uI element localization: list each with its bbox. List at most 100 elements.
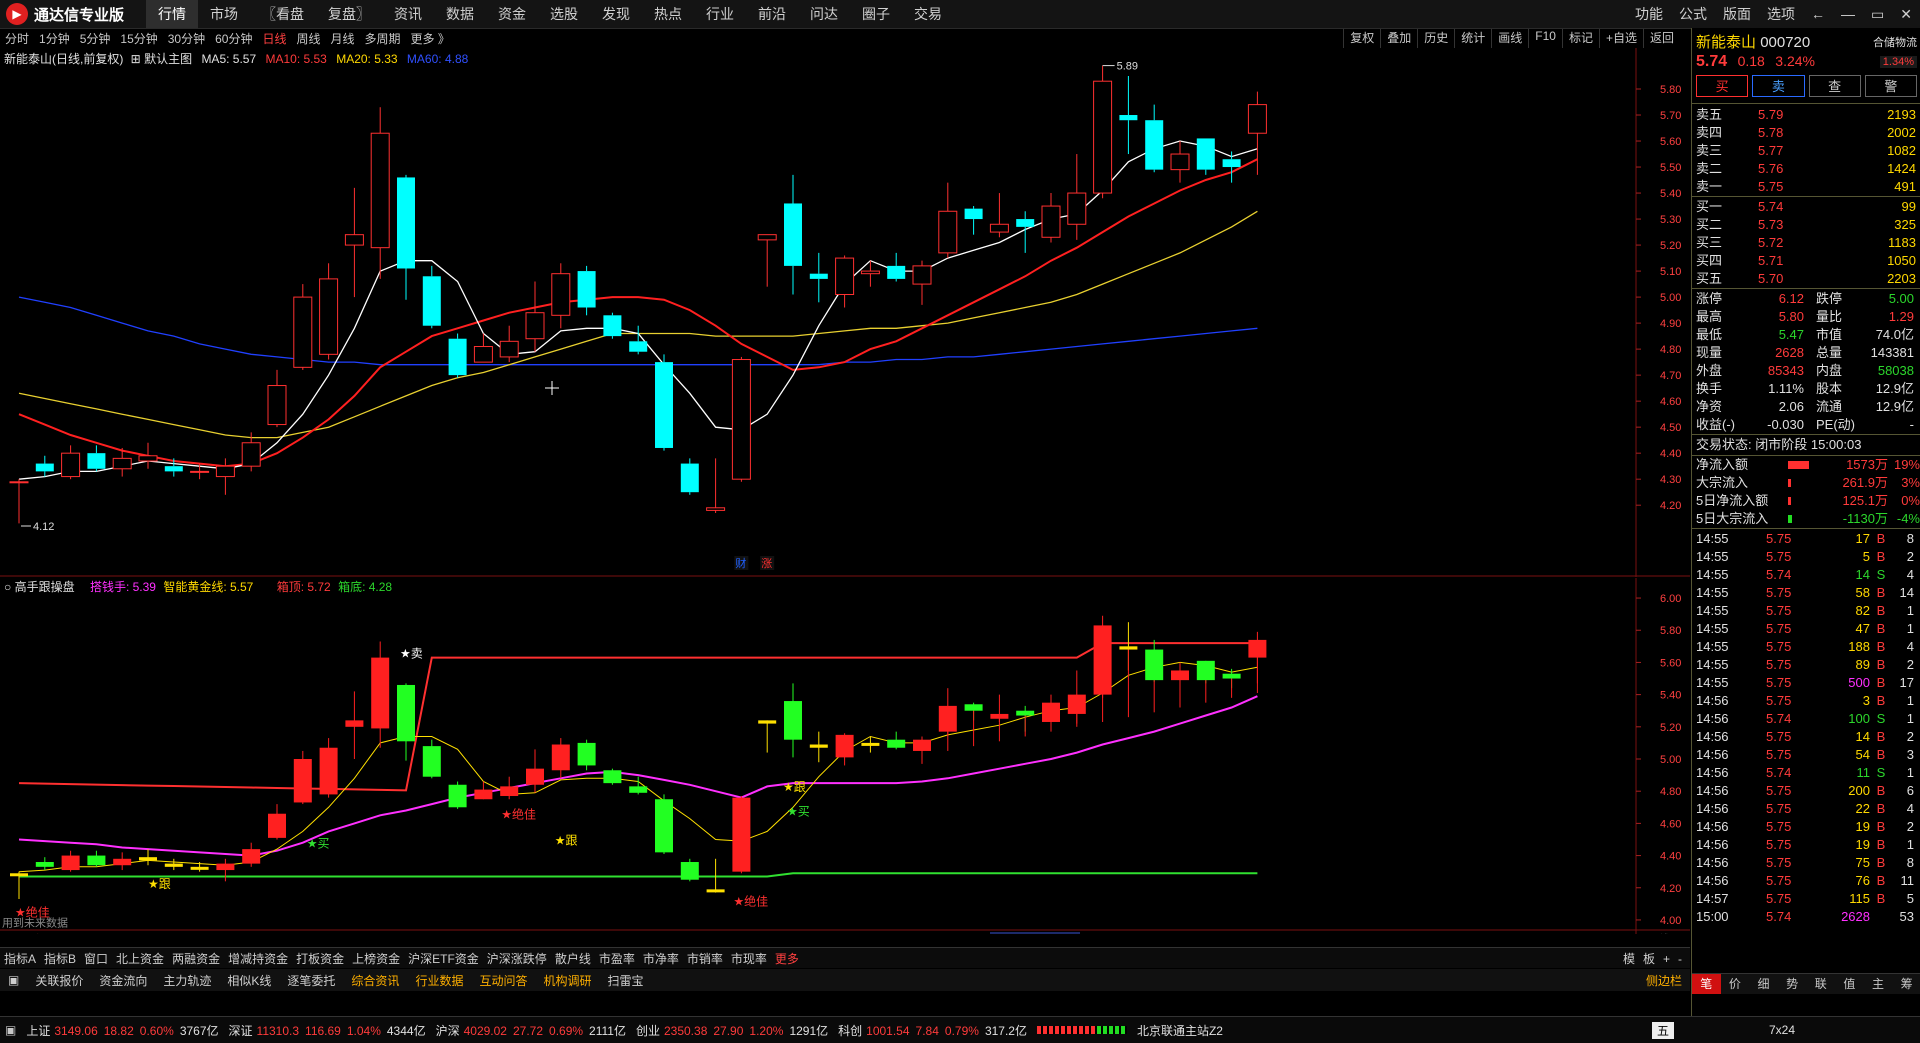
indicator-tab[interactable]: 市销率 xyxy=(683,950,727,967)
function-tab[interactable]: 主力轨迹 xyxy=(155,972,219,989)
quote-tab[interactable]: 价 xyxy=(1721,974,1750,994)
indicator-tab[interactable]: 指标A xyxy=(0,950,40,967)
menu-item[interactable]: 市场 xyxy=(198,0,250,28)
chart-tool-button[interactable]: F10 xyxy=(1528,29,1562,48)
quote-tab[interactable]: 势 xyxy=(1778,974,1807,994)
quote-tab[interactable]: 筹 xyxy=(1892,974,1920,994)
menu-item[interactable]: 热点 xyxy=(642,0,694,28)
function-tab[interactable]: 综合资讯 xyxy=(343,972,407,989)
fold-icon[interactable]: ▣ xyxy=(0,973,27,987)
index-quote[interactable]: 创业 2350.38 27.90 1.20% 1291亿 xyxy=(631,1022,833,1039)
quote-tab[interactable]: 值 xyxy=(1835,974,1864,994)
index-quote[interactable]: 深证 11310.3 116.69 1.04% 4344亿 xyxy=(224,1022,431,1039)
indicator-tab[interactable]: 沪深ETF资金 xyxy=(404,950,483,967)
chart-tool-button[interactable]: 标记 xyxy=(1561,29,1599,48)
indicator-tab[interactable]: 散户线 xyxy=(551,950,595,967)
quote-tab[interactable]: 细 xyxy=(1749,974,1778,994)
indicator-tab[interactable]: 沪深涨跌停 xyxy=(483,950,551,967)
legend-template[interactable]: 默认主图 xyxy=(144,52,192,66)
function-tab[interactable]: 扫雷宝 xyxy=(599,972,651,989)
index-quote[interactable]: 科创 1001.54 7.84 0.79% 317.2亿 xyxy=(833,1022,1032,1039)
menu-item[interactable]: 发现 xyxy=(590,0,642,28)
menu-item[interactable]: 资讯 xyxy=(382,0,434,28)
quote-tab[interactable]: 笔 xyxy=(1692,974,1721,994)
sector-tag[interactable]: 合储物流 xyxy=(1873,34,1917,51)
menu-item[interactable]: 交易 xyxy=(902,0,954,28)
menu-item[interactable]: 圈子 xyxy=(850,0,902,28)
menu-item[interactable]: 数据 xyxy=(434,0,486,28)
function-tab[interactable]: 关联报价 xyxy=(27,972,91,989)
maximize-icon[interactable]: ▭ xyxy=(1863,6,1892,23)
alert-button[interactable]: 警 xyxy=(1864,75,1917,97)
indicator-tab[interactable]: 更多 xyxy=(771,950,803,967)
indicator-tab[interactable]: 市净率 xyxy=(639,950,683,967)
indicator-right-button[interactable]: 模 xyxy=(1619,952,1639,966)
indicator-right-button[interactable]: 板 xyxy=(1639,952,1659,966)
quote-tab[interactable]: 联 xyxy=(1807,974,1836,994)
ime-indicator[interactable]: 五 xyxy=(1651,1021,1674,1039)
indicator-right-button[interactable]: + xyxy=(1659,952,1674,966)
main-chart-svg[interactable]: 5.80 5.70 5.60 5.50 5.40 5.30 5.20 5.10 5.00 4.90… xyxy=(0,48,1690,577)
status-left-icon[interactable]: ▣ xyxy=(0,1023,21,1037)
sub-chart-svg[interactable]: 6.00 5.80 5.60 5.40 5.20 5.00 4.80 4.60 4.40 4.20… xyxy=(0,578,1690,946)
indicator-tab[interactable]: 北上资金 xyxy=(112,950,168,967)
sub-indicator-name[interactable]: 高手跟操盘 xyxy=(15,580,75,594)
function-tab[interactable]: 行业数据 xyxy=(407,972,471,989)
function-tab[interactable]: 逐笔委托 xyxy=(279,972,343,989)
indicator-tab[interactable]: 上榜资金 xyxy=(348,950,404,967)
period-tab[interactable]: 1分钟 xyxy=(34,30,75,47)
function-tab[interactable]: 资金流向 xyxy=(91,972,155,989)
close-icon[interactable]: ✕ xyxy=(1892,6,1920,23)
back-arrow-icon[interactable]: ← xyxy=(1803,6,1833,22)
chart-tool-button[interactable]: 复权 xyxy=(1343,29,1380,48)
period-tab[interactable]: 15分钟 xyxy=(115,30,162,47)
indicator-tab[interactable]: 指标B xyxy=(40,950,80,967)
indicator-tab[interactable]: 窗口 xyxy=(80,950,112,967)
menu-item[interactable]: 行情 xyxy=(146,0,198,28)
main-kline-chart[interactable]: 5.80 5.70 5.60 5.50 5.40 5.30 5.20 5.10 5.00 4.90… xyxy=(0,48,1690,577)
period-tab[interactable]: 多周期 xyxy=(360,30,406,47)
period-tab[interactable]: 更多 》 xyxy=(406,30,455,47)
period-tab[interactable]: 月线 xyxy=(326,30,360,47)
indicator-tab[interactable]: 打板资金 xyxy=(292,950,348,967)
indicator-tab[interactable]: 两融资金 xyxy=(168,950,224,967)
indicator-tab[interactable]: 市现率 xyxy=(727,950,771,967)
menu-item[interactable]: 前沿 xyxy=(746,0,798,28)
period-tab[interactable]: 日线 xyxy=(257,30,291,47)
sidebar-toggle[interactable]: 侧边栏 xyxy=(1638,972,1690,989)
period-tab[interactable]: 5分钟 xyxy=(75,30,116,47)
function-tab[interactable]: 相似K线 xyxy=(219,972,279,989)
menu-item[interactable]: 资金 xyxy=(486,0,538,28)
query-button[interactable]: 查 xyxy=(1808,75,1861,97)
chart-tool-button[interactable]: 历史 xyxy=(1417,29,1454,48)
indicator-toggle-icon[interactable]: ○ xyxy=(4,580,11,594)
menu-item[interactable]: 问达 xyxy=(798,0,850,28)
menu-function[interactable]: 功能 xyxy=(1627,4,1671,24)
sub-indicator-chart[interactable]: 6.00 5.80 5.60 5.40 5.20 5.00 4.80 4.60 4.40 4.20… xyxy=(0,578,1690,946)
chart-tool-button[interactable]: 返回 xyxy=(1642,29,1680,48)
chart-tool-button[interactable]: 画线 xyxy=(1491,29,1528,48)
menu-item[interactable]: 选股 xyxy=(538,0,590,28)
period-tab[interactable]: 30分钟 xyxy=(163,30,210,47)
indicator-right-button[interactable]: - xyxy=(1674,952,1686,966)
template-icon[interactable]: ⊞ xyxy=(131,52,141,66)
minimize-icon[interactable]: — xyxy=(1833,6,1863,22)
function-tab[interactable]: 互动问答 xyxy=(471,972,535,989)
server-name[interactable]: 北京联通主站Z2 xyxy=(1132,1022,1228,1039)
menu-item[interactable]: 复盘〗 xyxy=(316,0,382,28)
index-quote[interactable]: 上证 3149.06 18.82 0.60% 3767亿 xyxy=(21,1022,223,1039)
buy-button[interactable]: 买 xyxy=(1696,75,1749,97)
menu-options[interactable]: 选项 xyxy=(1759,4,1803,24)
function-tab[interactable]: 机构调研 xyxy=(535,972,599,989)
period-tab[interactable]: 分时 xyxy=(0,30,34,47)
menu-layout[interactable]: 版面 xyxy=(1715,4,1759,24)
index-quote[interactable]: 沪深 4029.02 27.72 0.69% 2111亿 xyxy=(431,1022,631,1039)
sell-button[interactable]: 卖 xyxy=(1752,75,1805,97)
chart-tool-button[interactable]: +自选 xyxy=(1598,29,1643,48)
indicator-tab[interactable]: 市盈率 xyxy=(595,950,639,967)
menu-item[interactable]: 〖看盘 xyxy=(250,0,316,28)
menu-formula[interactable]: 公式 xyxy=(1671,4,1715,24)
quote-tab[interactable]: 主 xyxy=(1864,974,1893,994)
period-tab[interactable]: 周线 xyxy=(291,30,325,47)
chart-tool-button[interactable]: 叠加 xyxy=(1380,29,1417,48)
